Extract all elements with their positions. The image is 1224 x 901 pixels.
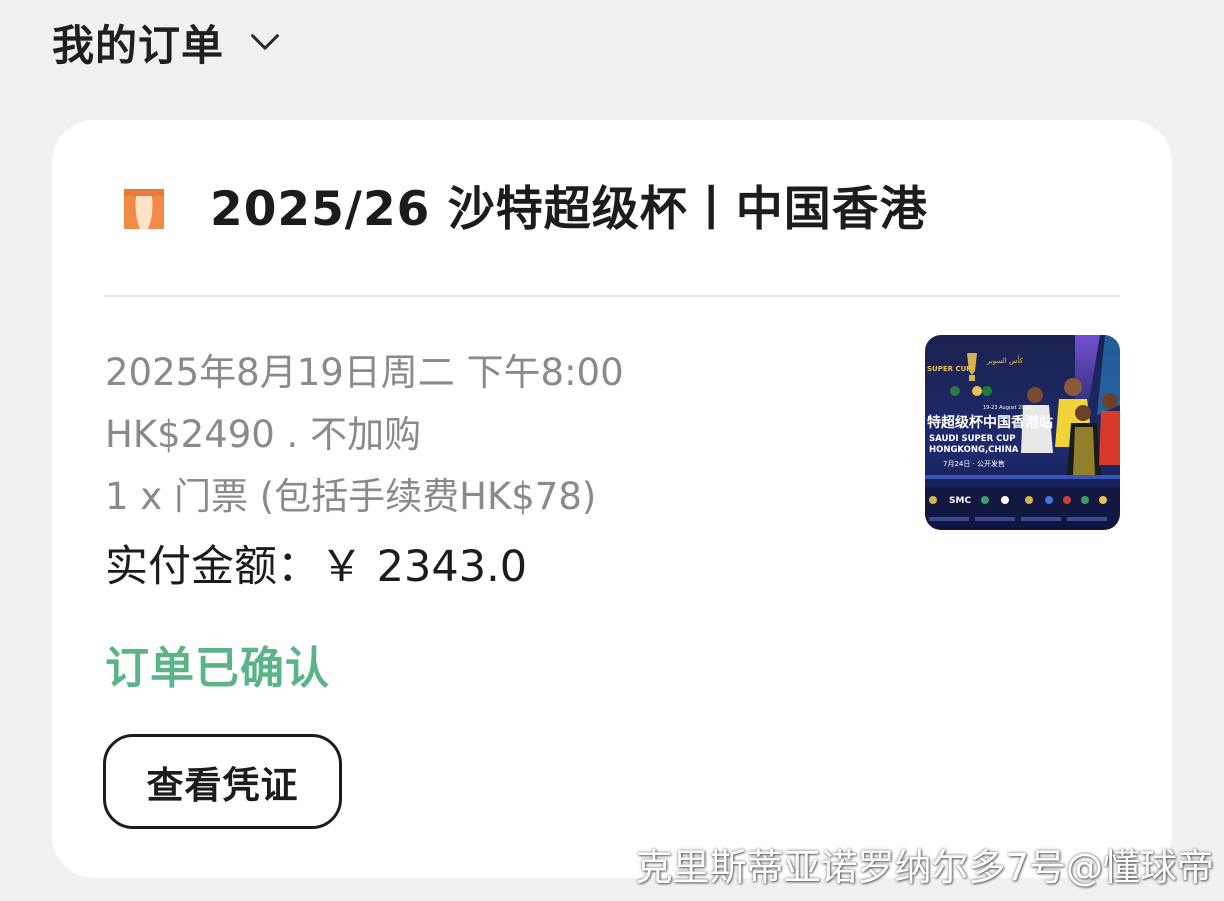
price-line: HK$2490 . 不加购 xyxy=(105,413,422,456)
event-poster[interactable]: SUPER CUP كأس السوبر 特超级杯中国香港站 SAUDI SUP… xyxy=(925,335,1120,530)
poster-sponsor: SMC xyxy=(949,496,971,506)
chevron-down-icon[interactable] xyxy=(250,27,280,57)
poster-title-en-2: HONGKONG,CHINA xyxy=(929,445,1019,455)
poster-title-cn: 特超级杯中国香港站 xyxy=(927,414,1053,431)
ticket-line: 1 x 门票 (包括手续费HK$78) xyxy=(105,475,597,518)
poster-cup-label: SUPER CUP xyxy=(927,365,971,373)
view-voucher-button[interactable]: 查看凭证 xyxy=(103,734,342,829)
paid-amount-value: ￥ 2343.0 xyxy=(320,542,528,592)
event-datetime: 2025年8月19日周二 下午8:00 xyxy=(105,351,624,394)
poster-date: 19-23 August 2025 xyxy=(983,405,1031,411)
paid-amount-row: 实付金额：￥ 2343.0 xyxy=(105,534,624,600)
order-details: 2025年8月19日周二 下午8:00 HK$2490 . 不加购 1 x 门票… xyxy=(105,342,624,600)
poster-title-en-1: SAUDI SUPER CUP xyxy=(929,434,1015,444)
order-status: 订单已确认 xyxy=(105,643,330,694)
paid-amount-label: 实付金额： xyxy=(105,542,320,592)
page-title[interactable]: 我的订单 xyxy=(52,12,224,73)
order-card-header: 2025/26 沙特超级杯丨中国香港 xyxy=(122,170,928,239)
divider xyxy=(104,295,1120,297)
svg-text:كأس السوبر: كأس السوبر xyxy=(986,355,1024,365)
header[interactable]: 我的订单 xyxy=(52,12,280,72)
order-card[interactable]: 2025/26 沙特超级杯丨中国香港 2025年8月19日周二 下午8:00 H… xyxy=(52,120,1172,878)
theater-curtain-icon xyxy=(122,187,166,231)
poster-sale-text: 7月24日 · 公开发售 xyxy=(943,459,1005,468)
watermark: 克里斯蒂亚诺罗纳尔多7号@懂球帝 xyxy=(635,846,1214,889)
event-title[interactable]: 2025/26 沙特超级杯丨中国香港 xyxy=(210,170,928,239)
